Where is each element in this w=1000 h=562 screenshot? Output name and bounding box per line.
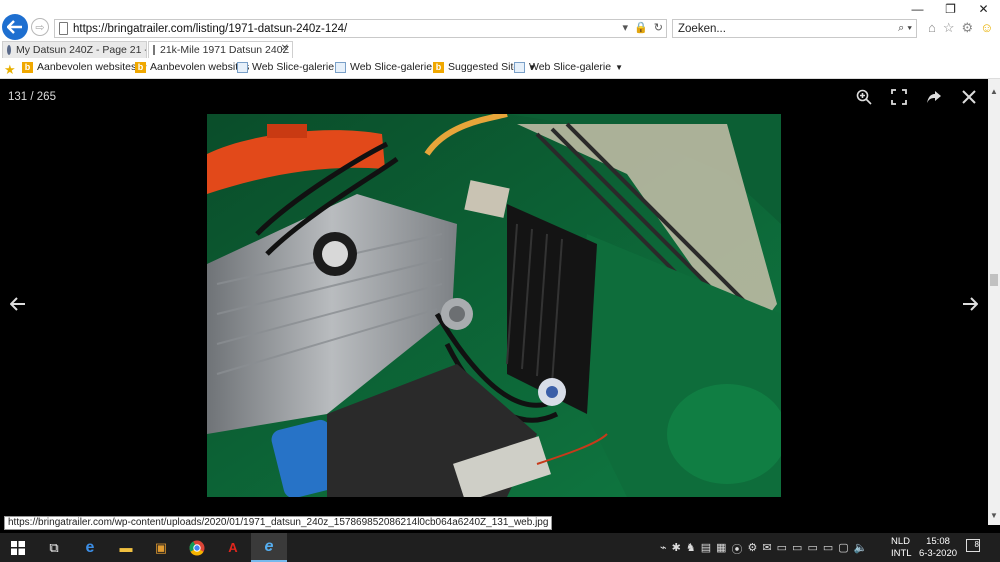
chrome-button[interactable] (179, 533, 215, 562)
status-strip: https://bringatrailer.com/wp-content/upl… (0, 512, 988, 533)
photo-illustration (207, 114, 781, 497)
scroll-up-icon[interactable]: ▲ (990, 87, 998, 96)
arrow-right-icon: ⇨ (35, 21, 45, 34)
edge-button[interactable]: e (72, 533, 108, 562)
refresh-icon[interactable]: ↻ (654, 21, 663, 34)
page-favicon-icon (153, 45, 155, 55)
pdf-icon: A (228, 540, 238, 555)
back-button[interactable] (2, 14, 28, 40)
status-url-tooltip: https://bringatrailer.com/wp-content/upl… (4, 516, 553, 530)
internet-explorer-icon: e (264, 537, 274, 555)
share-icon[interactable] (926, 89, 942, 110)
bing-icon: b (135, 61, 146, 73)
favorite-item[interactable]: Web Slice-galerie▼ (237, 61, 346, 73)
search-placeholder: Zoeken... (678, 22, 726, 35)
dropdown-icon[interactable]: ▾ (623, 21, 629, 34)
clock[interactable]: 15:08 6-3-2020 (918, 536, 958, 560)
engine-bay-photo[interactable] (207, 114, 781, 497)
zoom-icon[interactable] (856, 89, 872, 110)
next-image-arrow-icon[interactable] (962, 297, 979, 316)
web-slice-icon (335, 61, 346, 73)
lock-icon[interactable]: 🔒 (634, 21, 648, 34)
home-icon[interactable]: ⌂ (928, 20, 936, 36)
image-viewer: 131 / 265 (0, 79, 988, 512)
browser-window: ⇨ https://bringatrailer.com/listing/1971… (0, 0, 1000, 562)
clock-time: 15:08 (926, 536, 950, 547)
fullscreen-icon[interactable] (891, 89, 907, 110)
acrobat-button[interactable]: A (215, 533, 251, 562)
close-viewer-icon[interactable] (961, 89, 977, 110)
file-explorer-button[interactable]: ▬ (108, 533, 144, 562)
tray-icon[interactable]: ▦ (716, 541, 726, 557)
windows-logo-icon (11, 540, 25, 555)
tray-icon[interactable]: ▭ (792, 541, 802, 557)
forum-favicon-icon (7, 45, 11, 55)
scrollbar-thumb[interactable] (990, 274, 998, 286)
arrow-left-icon (7, 20, 22, 34)
media-player-button[interactable]: ▣ (143, 533, 179, 562)
input-language-indicator[interactable]: NLD INTL (891, 536, 912, 560)
folder-icon: ▬ (119, 540, 133, 555)
close-tab-icon[interactable]: ✕ (281, 43, 289, 54)
address-row: ⇨ https://bringatrailer.com/listing/1971… (0, 0, 1000, 40)
bing-icon: b (433, 61, 444, 73)
tray-icon[interactable]: ⚙ (748, 541, 758, 557)
web-slice-icon (237, 61, 248, 73)
tray-icon[interactable]: ⌁ (660, 541, 667, 557)
gear-icon[interactable]: ⚙ (962, 20, 974, 36)
search-icon[interactable]: ⌕ ▾ (898, 22, 912, 35)
clock-date: 6-3-2020 (918, 548, 958, 559)
tray-icon[interactable]: ▤ (701, 541, 711, 557)
system-tray: ⌁ ✱ ♞ ▤ ▦ ⦿ ⚙ ✉ ▭ ▭ ▭ ▭ ▢ 🔈 (660, 541, 867, 557)
network-icon[interactable]: ▢ (838, 541, 848, 557)
tray-icon[interactable]: ▭ (807, 541, 817, 557)
page-icon (59, 22, 68, 35)
tab-strip: My Datsun 240Z - Page 21 - Int... 21k-Mi… (0, 40, 1000, 96)
smiley-feedback-icon[interactable]: ☺ (980, 20, 993, 36)
tray-icon[interactable]: ♞ (686, 541, 696, 557)
image-counter: 131 / 265 (8, 91, 56, 103)
restore-button[interactable]: ❐ (934, 0, 967, 18)
favorites-bar: ★ b Aanbevolen websites▼ b Aanbevolen we… (0, 58, 1000, 79)
tab-my-datsun[interactable]: My Datsun 240Z - Page 21 - Int... (2, 41, 147, 58)
tray-icon[interactable]: ▭ (823, 541, 833, 557)
favorites-star-icon[interactable]: ☆ (943, 20, 955, 36)
edge-icon: e (85, 538, 95, 556)
task-view-icon: ⧉ (49, 539, 59, 555)
bing-icon: b (22, 61, 33, 73)
tray-icon[interactable]: ✱ (672, 541, 681, 557)
forward-button[interactable]: ⇨ (31, 18, 49, 36)
volume-icon[interactable]: 🔈 (854, 541, 868, 557)
chevron-down-icon: ▼ (615, 62, 624, 72)
close-window-button[interactable]: ✕ (967, 0, 1000, 18)
page-scrollbar[interactable]: ▲ ▼ (988, 79, 1000, 525)
action-center-icon[interactable]: 8 (966, 539, 980, 552)
internet-explorer-button[interactable]: e (251, 533, 287, 562)
favorite-item[interactable]: b Aanbevolen websites (135, 61, 249, 73)
favorite-item[interactable]: Web Slice-galerie▼ (335, 61, 444, 73)
tray-icon[interactable]: ▭ (777, 541, 787, 557)
tab-label: My Datsun 240Z - Page 21 - Int... (16, 44, 146, 56)
tab-label: 21k-Mile 1971 Datsun 240Z ... (160, 44, 293, 56)
start-button[interactable] (0, 533, 36, 562)
tab-bringatrailer[interactable]: 21k-Mile 1971 Datsun 240Z ... ✕ (148, 41, 293, 58)
tray-icon[interactable]: ⦿ (732, 541, 743, 557)
web-slice-icon (514, 61, 525, 73)
address-bar[interactable]: https://bringatrailer.com/listing/1971-d… (54, 19, 667, 38)
favorites-star-icon[interactable]: ★ (4, 62, 16, 78)
task-view-button[interactable]: ⧉ (36, 533, 72, 562)
chrome-icon (189, 540, 205, 555)
scroll-down-icon[interactable]: ▼ (990, 511, 998, 520)
url-text: https://bringatrailer.com/listing/1971-d… (73, 22, 348, 35)
favorite-item[interactable]: b Aanbevolen websites▼ (22, 61, 148, 73)
tray-icon[interactable]: ✉ (762, 541, 771, 557)
favorite-item[interactable]: Web Slice-galerie▼ (514, 61, 623, 73)
media-player-icon: ▣ (154, 539, 168, 555)
window-controls: — ❐ ✕ (901, 0, 1000, 18)
taskbar: ⧉ e ▬ ▣ A e ⌁ ✱ ♞ ▤ ▦ ⦿ ⚙ ✉ ▭ ▭ ▭ ▭ ▢ 🔈 … (0, 533, 1000, 562)
search-input[interactable]: Zoeken... ⌕ ▾ (672, 19, 917, 38)
minimize-button[interactable]: — (901, 0, 934, 18)
previous-image-arrow-icon[interactable] (9, 297, 26, 316)
